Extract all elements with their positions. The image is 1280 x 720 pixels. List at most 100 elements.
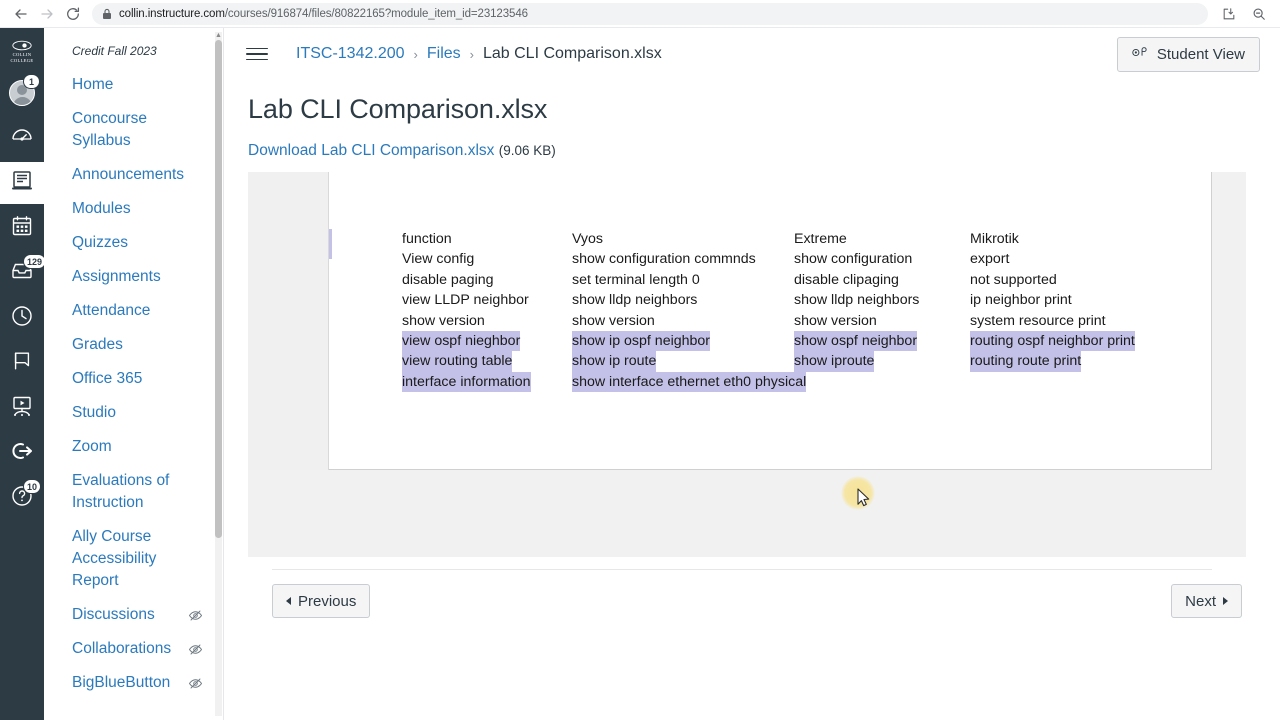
sheet-column-mikrotik: Mikrotik export not supported ip neighbo…: [970, 229, 1170, 392]
sheet-grid: function View config disable paging view…: [402, 229, 1170, 393]
global-navigation: COLLIN COLLEGE 1 129 10: [0, 28, 47, 720]
sheet-left-gutter: [248, 172, 329, 470]
scroll-up-arrow[interactable]: ▲: [215, 32, 222, 39]
sidebar-item-label: Attendance: [72, 302, 151, 319]
sheet-cell: ip neighbor print: [970, 292, 1072, 309]
studio-screen-icon: [10, 394, 34, 423]
sidebar-item-announcements[interactable]: Announcements: [44, 158, 223, 192]
global-nav-help[interactable]: 10: [0, 477, 44, 519]
file-preview-frame[interactable]: function View config disable paging view…: [248, 172, 1246, 557]
logo-line-2: COLLEGE: [10, 58, 34, 63]
breadcrumb-current-file[interactable]: Lab CLI Comparison.xlsx: [481, 45, 664, 63]
calendar-icon: [10, 214, 34, 243]
logout-arrow-icon: [10, 439, 34, 468]
scrollbar-thumb[interactable]: [215, 40, 222, 538]
reload-icon[interactable]: [60, 1, 86, 27]
sidebar-item-discussions[interactable]: Discussions: [44, 598, 223, 632]
sheet-cell: show version: [572, 312, 655, 329]
sheet-header-cell: Mikrotik: [970, 231, 1019, 247]
course-nav-scrollbar[interactable]: ▲: [215, 32, 222, 716]
global-nav-commons[interactable]: [0, 342, 44, 384]
forward-arrow-icon[interactable]: [34, 1, 60, 27]
sheet-cell: view ospf nieghbor: [402, 330, 521, 352]
term-label: Credit Fall 2023: [72, 44, 157, 58]
content-area: ITSC-1342.200 › Files › Lab CLI Comparis…: [224, 28, 1280, 720]
sheet-cell: view LLDP neighbor: [402, 292, 529, 309]
sidebar-item-home[interactable]: Home: [44, 68, 223, 102]
sidebar-item-bigbluebutton[interactable]: BigBlueButton: [44, 666, 223, 700]
address-bar[interactable]: collin.instructure.com/courses/916874/fi…: [92, 2, 1208, 25]
back-arrow-icon[interactable]: [8, 1, 34, 27]
sheet-cell: show interface ethernet eth0 physical: [572, 371, 807, 393]
sidebar-item-label: Concourse Syllabus: [72, 110, 147, 149]
sheet-header-cell: Extreme: [794, 231, 847, 247]
sidebar-item-label: Studio: [72, 404, 116, 421]
sidebar-item-quizzes[interactable]: Quizzes: [44, 226, 223, 260]
global-nav-courses[interactable]: [0, 162, 44, 204]
sidebar-item-grades[interactable]: Grades: [44, 328, 223, 362]
download-row: Download Lab CLI Comparison.xlsx (9.06 K…: [248, 142, 1246, 160]
eye-off-icon: [188, 676, 203, 691]
sheet-selection-marker: [329, 229, 332, 259]
course-nav-list: Home Concourse Syllabus Announcements Mo…: [44, 68, 223, 700]
sidebar-item-assignments[interactable]: Assignments: [44, 260, 223, 294]
main-scroll-region: Lab CLI Comparison.xlsx Download Lab CLI…: [224, 80, 1280, 720]
sidebar-item-office-365[interactable]: Office 365: [44, 362, 223, 396]
sheet-cell: show ospf neighbor: [794, 330, 918, 352]
global-nav-studio[interactable]: [0, 387, 44, 429]
sheet-column-function: function View config disable paging view…: [402, 229, 572, 393]
sheet-cell: show lldp neighbors: [794, 292, 920, 309]
global-nav-dashboard[interactable]: [0, 117, 44, 159]
global-nav-history[interactable]: [0, 297, 44, 339]
courses-book-icon: [10, 169, 34, 198]
global-nav-account[interactable]: 1: [0, 72, 44, 114]
file-size: (9.06 KB): [498, 143, 556, 158]
collin-college-logo[interactable]: COLLIN COLLEGE: [0, 32, 44, 72]
sidebar-item-label: Evaluations of Instruction: [72, 472, 170, 511]
sidebar-item-concourse-syllabus[interactable]: Concourse Syllabus: [44, 102, 223, 158]
address-bar-url: collin.instructure.com/courses/916874/fi…: [119, 7, 528, 20]
global-nav-inbox[interactable]: 129: [0, 252, 47, 294]
zoom-search-icon[interactable]: [1246, 1, 1272, 27]
bookmark-flag-icon: [11, 350, 33, 377]
lock-icon: [102, 8, 112, 20]
hamburger-menu-icon[interactable]: [246, 41, 272, 67]
global-nav-calendar[interactable]: [0, 207, 44, 249]
next-button[interactable]: Next: [1171, 584, 1242, 618]
student-view-button[interactable]: Student View: [1116, 36, 1260, 72]
sheet-cell: routing ospf neighbor print: [970, 330, 1135, 352]
sidebar-item-label: Home: [72, 76, 114, 93]
clock-history-icon: [10, 304, 34, 333]
page-title: Lab CLI Comparison.xlsx: [248, 94, 548, 124]
breadcrumb-course[interactable]: ITSC-1342.200: [294, 45, 407, 63]
eye-off-icon: [188, 608, 203, 623]
help-badge: 10: [23, 479, 42, 494]
breadcrumb-separator: ›: [469, 46, 474, 62]
sidebar-item-zoom[interactable]: Zoom: [44, 430, 223, 464]
sidebar-item-label: Discussions: [72, 606, 155, 623]
dashboard-speedometer-icon: [10, 124, 34, 153]
global-nav-logout[interactable]: [0, 432, 44, 474]
inbox-badge: 129: [23, 254, 47, 269]
sheet-cell: interface information: [402, 371, 531, 393]
previous-button[interactable]: Previous: [272, 584, 371, 618]
sidebar-item-evaluations-of-instruction[interactable]: Evaluations of Instruction: [44, 464, 223, 520]
student-view-label: Student View: [1156, 45, 1245, 63]
module-sequence-footer: Previous Next: [272, 569, 1242, 618]
sheet-header-cell: function: [402, 231, 452, 247]
sidebar-item-studio[interactable]: Studio: [44, 396, 223, 430]
sidebar-item-label: Grades: [72, 336, 123, 353]
breadcrumb-files[interactable]: Files: [425, 45, 463, 63]
sidebar-item-label: Modules: [72, 200, 131, 217]
download-link[interactable]: Download Lab CLI Comparison.xlsx: [248, 142, 494, 159]
sidebar-item-ally-course-accessibility-report[interactable]: Ally Course Accessibility Report: [44, 520, 223, 598]
install-app-icon[interactable]: [1216, 1, 1242, 27]
sidebar-item-label: Assignments: [72, 268, 161, 285]
sheet-cell: show version: [402, 312, 485, 329]
sidebar-item-collaborations[interactable]: Collaborations: [44, 632, 223, 666]
sidebar-item-modules[interactable]: Modules: [44, 192, 223, 226]
next-label: Next: [1185, 592, 1216, 610]
sidebar-item-label: Quizzes: [72, 234, 128, 251]
canvas-app: COLLIN COLLEGE 1 129 10 ▲ Credit Fall 20…: [0, 28, 1280, 720]
sidebar-item-attendance[interactable]: Attendance: [44, 294, 223, 328]
